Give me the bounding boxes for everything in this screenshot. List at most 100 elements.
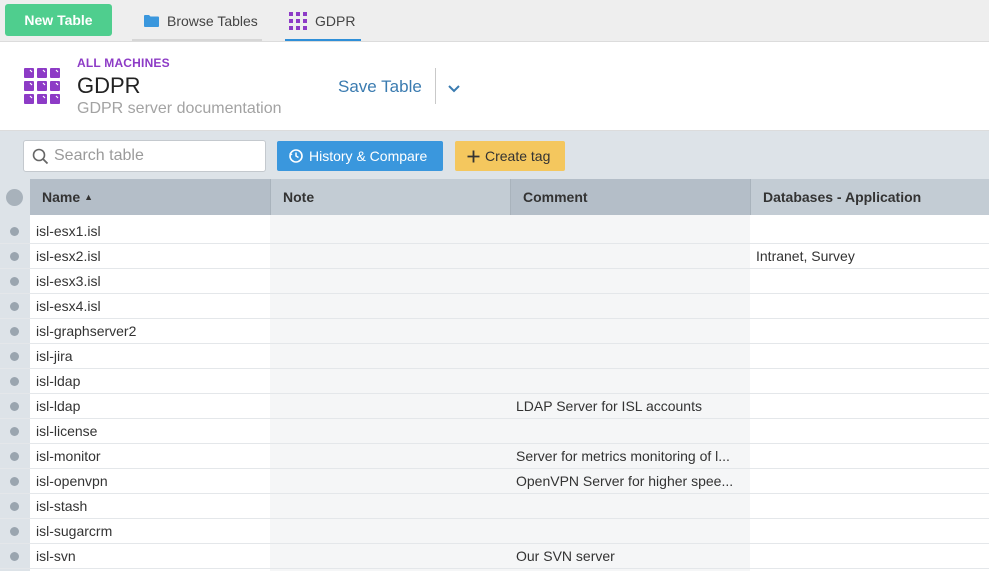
table-row[interactable]: isl-jira (0, 344, 989, 369)
cell-name[interactable]: isl-graphserver2 (36, 319, 264, 344)
cell-databases[interactable] (756, 394, 984, 419)
cell-note[interactable] (276, 394, 504, 419)
cell-note[interactable] (276, 444, 504, 469)
cell-databases[interactable] (756, 369, 984, 394)
table-row[interactable]: isl-graphserver2 (0, 319, 989, 344)
cell-name[interactable]: isl-sugarcrm (36, 519, 264, 544)
cell-note[interactable] (276, 319, 504, 344)
cell-databases[interactable] (756, 419, 984, 444)
sort-ascending-icon: ▲ (84, 192, 94, 202)
cell-note[interactable] (276, 469, 504, 494)
cell-comment[interactable] (516, 344, 744, 369)
table-row[interactable]: isl-svn Our SVN server (0, 544, 989, 569)
row-handle-icon[interactable] (10, 227, 19, 236)
table-row[interactable]: isl-openvpn OpenVPN Server for higher spe… (0, 469, 989, 494)
tab-browse-tables[interactable]: Browse Tables (132, 0, 262, 41)
table-row[interactable]: isl-sugarcrm (0, 519, 989, 544)
row-handle-icon[interactable] (10, 527, 19, 536)
cell-databases[interactable] (756, 319, 984, 344)
column-header-comment[interactable]: Comment (510, 179, 750, 215)
cell-name[interactable]: isl-ldap (36, 369, 264, 394)
search-box[interactable] (23, 140, 266, 172)
table-row[interactable]: isl-esx4.isl (0, 294, 989, 319)
chevron-down-icon[interactable] (448, 80, 460, 96)
column-header-name[interactable]: Name ▲ (30, 179, 270, 215)
column-header-note[interactable]: Note (270, 179, 510, 215)
cell-name[interactable]: isl-license (36, 419, 264, 444)
table-row[interactable]: isl-esx3.isl (0, 269, 989, 294)
cell-databases[interactable] (756, 219, 984, 244)
cell-comment[interactable] (516, 319, 744, 344)
column-header-databases[interactable]: Databases - Application (750, 179, 989, 215)
cell-name[interactable]: isl-stash (36, 494, 264, 519)
new-table-button[interactable]: New Table (5, 4, 112, 36)
cell-name[interactable]: isl-esx2.isl (36, 244, 264, 269)
cell-databases[interactable] (756, 494, 984, 519)
cell-name[interactable]: isl-monitor (36, 444, 264, 469)
row-handle-icon[interactable] (10, 477, 19, 486)
row-handle-icon[interactable] (10, 502, 19, 511)
cell-comment[interactable] (516, 519, 744, 544)
search-input[interactable] (54, 141, 259, 171)
cell-databases[interactable] (756, 469, 984, 494)
cell-note[interactable] (276, 244, 504, 269)
table-row[interactable]: isl-ldap (0, 369, 989, 394)
cell-comment[interactable] (516, 494, 744, 519)
row-handle-icon[interactable] (10, 402, 19, 411)
row-handle-icon[interactable] (10, 427, 19, 436)
cell-comment[interactable] (516, 244, 744, 269)
cell-note[interactable] (276, 494, 504, 519)
cell-databases[interactable] (756, 519, 984, 544)
cell-databases[interactable] (756, 294, 984, 319)
cell-note[interactable] (276, 419, 504, 444)
row-handle-icon[interactable] (10, 377, 19, 386)
row-handle-icon[interactable] (10, 452, 19, 461)
select-all-toggle[interactable] (0, 179, 30, 215)
cell-comment[interactable] (516, 369, 744, 394)
cell-name[interactable]: isl-esx1.isl (36, 219, 264, 244)
cell-note[interactable] (276, 519, 504, 544)
row-handle-icon[interactable] (10, 352, 19, 361)
cell-databases[interactable]: Intranet, Survey (756, 244, 984, 269)
history-compare-button[interactable]: History & Compare (277, 141, 443, 171)
cell-name[interactable]: isl-esx3.isl (36, 269, 264, 294)
table-row[interactable]: isl-esx1.isl (0, 219, 989, 244)
cell-note[interactable] (276, 269, 504, 294)
cell-comment[interactable] (516, 419, 744, 444)
cell-note[interactable] (276, 544, 504, 569)
save-table-button[interactable]: Save Table (338, 77, 422, 97)
cell-databases[interactable] (756, 269, 984, 294)
cell-note[interactable] (276, 294, 504, 319)
table-row[interactable]: isl-monitor Server for metrics monitoring… (0, 444, 989, 469)
cell-name[interactable]: isl-openvpn (36, 469, 264, 494)
cell-note[interactable] (276, 219, 504, 244)
table-row[interactable]: isl-stash (0, 494, 989, 519)
create-tag-button[interactable]: Create tag (455, 141, 565, 171)
cell-databases[interactable] (756, 344, 984, 369)
table-row[interactable]: isl-ldap LDAP Server for ISL accounts (0, 394, 989, 419)
row-handle-icon[interactable] (10, 327, 19, 336)
cell-comment[interactable]: OpenVPN Server for higher spee... (516, 469, 744, 494)
row-handle-icon[interactable] (10, 302, 19, 311)
cell-name[interactable]: isl-svn (36, 544, 264, 569)
cell-note[interactable] (276, 369, 504, 394)
cell-comment[interactable]: Our SVN server (516, 544, 744, 569)
cell-name[interactable]: isl-esx4.isl (36, 294, 264, 319)
cell-comment[interactable]: Server for metrics monitoring of l... (516, 444, 744, 469)
row-handle-icon[interactable] (10, 277, 19, 286)
row-handle-icon[interactable] (10, 252, 19, 261)
row-handle-icon[interactable] (10, 552, 19, 561)
table-row[interactable]: isl-license (0, 419, 989, 444)
tab-gdpr[interactable]: GDPR (285, 0, 361, 41)
breadcrumb-all-machines[interactable]: ALL MACHINES (77, 56, 170, 70)
cell-databases[interactable] (756, 544, 984, 569)
table-row[interactable]: isl-esx2.isl Intranet, Survey (0, 244, 989, 269)
cell-comment[interactable] (516, 269, 744, 294)
cell-comment[interactable] (516, 294, 744, 319)
cell-name[interactable]: isl-ldap (36, 394, 264, 419)
cell-databases[interactable] (756, 444, 984, 469)
cell-name[interactable]: isl-jira (36, 344, 264, 369)
cell-comment[interactable] (516, 219, 744, 244)
cell-comment[interactable]: LDAP Server for ISL accounts (516, 394, 744, 419)
cell-note[interactable] (276, 344, 504, 369)
